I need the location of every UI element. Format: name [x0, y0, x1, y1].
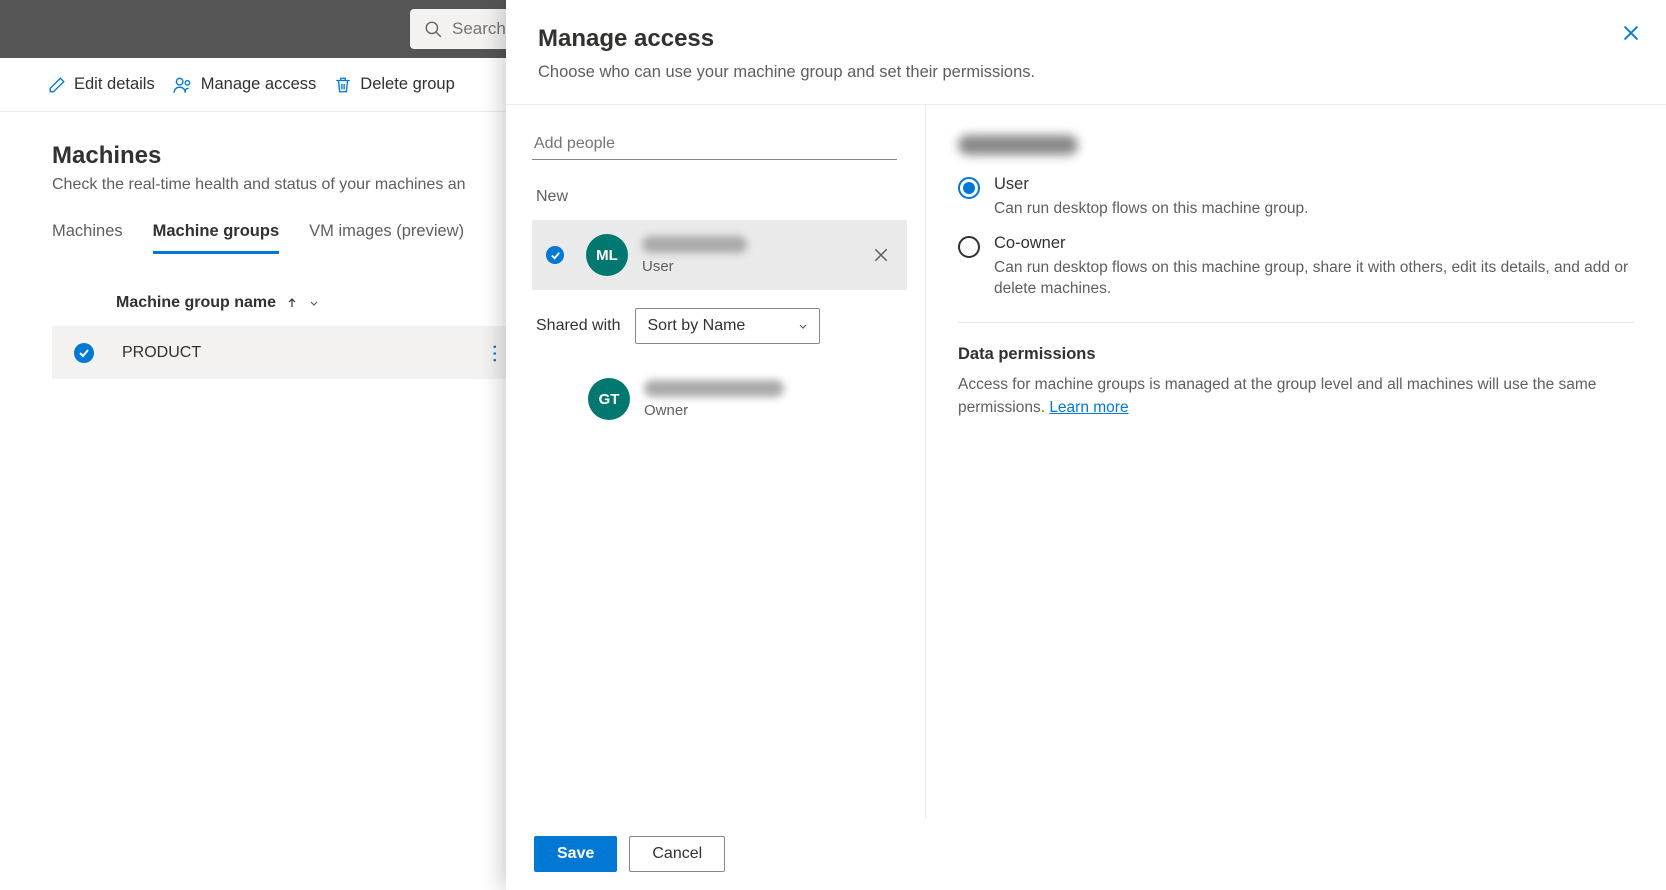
delete-icon [334, 76, 352, 94]
person-role: Owner [644, 402, 889, 419]
permission-user-label: User [994, 175, 1308, 194]
permission-coowner-label: Co-owner [994, 234, 1634, 253]
permission-user-radio[interactable]: User Can run desktop flows on this machi… [958, 175, 1634, 220]
row-selected-check-icon[interactable] [74, 343, 94, 363]
table-row[interactable]: PRODUCT ⋯ [52, 326, 522, 379]
edit-icon [48, 76, 66, 94]
radio-unchecked-icon [958, 236, 980, 258]
person-name-redacted [642, 236, 747, 253]
person-text: User [642, 236, 859, 275]
panel-header: Manage access Choose who can use your ma… [506, 0, 1666, 104]
people-icon [173, 76, 193, 94]
save-button[interactable]: Save [534, 836, 617, 872]
column-machine-group-name[interactable]: Machine group name [116, 294, 276, 312]
row-more-icon[interactable]: ⋯ [483, 344, 508, 362]
panel-subtitle: Choose who can use your machine group an… [538, 63, 1634, 82]
person-name-redacted [644, 380, 784, 397]
sort-asc-icon [286, 297, 298, 309]
add-people-input[interactable] [532, 129, 897, 160]
shared-with-row: Shared with Sort by Name [532, 308, 907, 344]
search-icon [424, 20, 442, 38]
chevron-down-icon[interactable] [308, 297, 320, 309]
avatar: ML [586, 234, 628, 276]
edit-details-label: Edit details [74, 75, 155, 94]
sort-by-select[interactable]: Sort by Name [635, 308, 820, 344]
delete-group-label: Delete group [360, 75, 454, 94]
panel-footer: Save Cancel [506, 818, 1666, 890]
new-person-row[interactable]: ML User [532, 220, 907, 290]
person-text: Owner [644, 380, 889, 419]
edit-details-button[interactable]: Edit details [48, 75, 155, 94]
permission-user-desc: Can run desktop flows on this machine gr… [994, 198, 1308, 220]
panel-title: Manage access [538, 25, 1634, 53]
shared-person-row[interactable]: GT Owner [532, 364, 907, 434]
learn-more-link[interactable]: Learn more [1049, 399, 1128, 416]
avatar: GT [588, 378, 630, 420]
manage-access-button[interactable]: Manage access [173, 75, 317, 94]
tab-machines[interactable]: Machines [52, 222, 123, 254]
person-role: User [642, 258, 859, 275]
panel-left-column: New ML User Shared with Sort by Name [506, 105, 926, 818]
manage-access-label: Manage access [201, 75, 317, 94]
remove-person-icon[interactable] [873, 247, 889, 263]
delete-group-button[interactable]: Delete group [334, 75, 454, 94]
permission-coowner-radio[interactable]: Co-owner Can run desktop flows on this m… [958, 234, 1634, 300]
shared-with-label: Shared with [536, 317, 621, 335]
person-selected-check-icon [546, 246, 564, 264]
row-name: PRODUCT [122, 344, 486, 362]
selected-person-name-redacted [958, 135, 1078, 155]
data-permissions-title: Data permissions [958, 345, 1634, 364]
panel-body: New ML User Shared with Sort by Name [506, 104, 1666, 818]
cancel-button[interactable]: Cancel [629, 836, 725, 872]
panel-right-column: User Can run desktop flows on this machi… [926, 105, 1666, 818]
new-section-label: New [532, 188, 907, 206]
sort-by-value: Sort by Name [648, 317, 746, 334]
divider [958, 322, 1634, 323]
chevron-down-icon [797, 320, 809, 332]
radio-checked-icon [958, 177, 980, 199]
tab-vm-images[interactable]: VM images (preview) [309, 222, 464, 254]
manage-access-panel: Manage access Choose who can use your ma… [506, 0, 1666, 890]
data-permissions-text: Access for machine groups is managed at … [958, 374, 1634, 419]
close-icon[interactable] [1622, 24, 1640, 42]
permission-coowner-desc: Can run desktop flows on this machine gr… [994, 257, 1634, 300]
tab-machine-groups[interactable]: Machine groups [153, 222, 280, 254]
